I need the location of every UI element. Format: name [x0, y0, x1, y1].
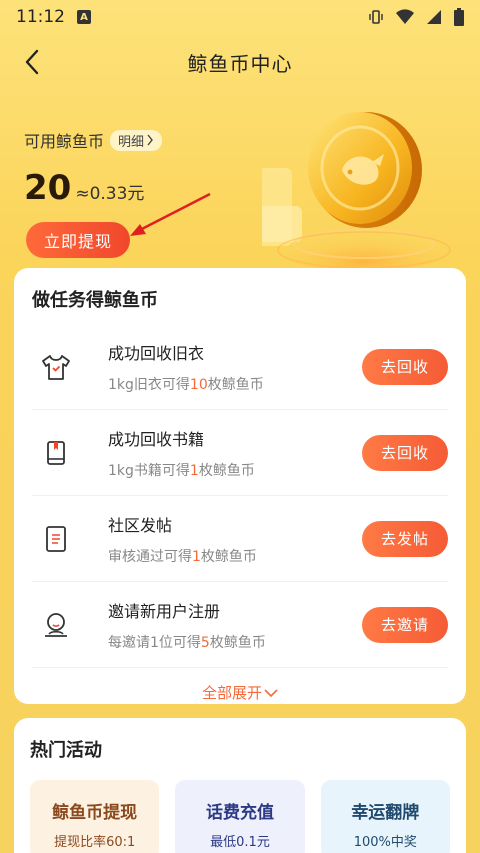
withdraw-button[interactable]: 立即提现 [26, 222, 130, 258]
task-desc: 审核通过可得1枚鲸鱼币 [108, 548, 257, 565]
hot-activities-card: 热门活动 鲸鱼币提现 提现比率60:1 话费充值 最低0.1元 幸运翻牌 100… [14, 718, 466, 853]
hot-activities-grid: 鲸鱼币提现 提现比率60:1 话费充值 最低0.1元 幸运翻牌 100%中奖 [30, 780, 450, 853]
hot-item-title: 话费充值 [205, 803, 274, 823]
signal-icon [427, 10, 441, 24]
go-post-button[interactable]: 去发帖 [362, 520, 448, 557]
hot-item-sub: 最低0.1元 [210, 835, 270, 850]
task-row-community-post: 社区发帖 审核通过可得1枚鲸鱼币 去发帖 [32, 496, 448, 582]
go-invite-button[interactable]: 去邀请 [362, 606, 448, 643]
battery-icon [454, 8, 464, 26]
status-icons [368, 8, 464, 26]
task-desc: 1kg旧衣可得10枚鲸鱼币 [108, 376, 264, 393]
hot-item-title: 鲸鱼币提现 [52, 803, 138, 823]
task-title: 成功回收书籍 [108, 429, 205, 449]
task-row-invite-user: 邀请新用户注册 每邀请1位可得5枚鲸鱼币 去邀请 [32, 582, 448, 668]
task-row-recycle-books: 成功回收书籍 1kg书籍可得1枚鲸鱼币 去回收 [32, 410, 448, 496]
detail-label: 明细 [118, 134, 145, 150]
expand-label: 全部展开 [201, 684, 262, 702]
task-section-title: 做任务得鲸鱼币 [32, 290, 158, 311]
balance-label-row: 可用鲸鱼币 明细 [24, 128, 163, 152]
task-card: 做任务得鲸鱼币 成功回收旧衣 1kg旧衣可得10枚鲸鱼币 去回收 成功回收书籍 … [14, 268, 466, 704]
shirt-icon [36, 347, 76, 387]
status-bar: 11:12 A [0, 0, 480, 34]
notification-a-icon: A [77, 10, 91, 24]
chevron-left-icon [25, 49, 39, 75]
document-icon [36, 519, 76, 559]
hot-item-withdraw[interactable]: 鲸鱼币提现 提现比率60:1 [30, 780, 160, 853]
task-row-recycle-clothes: 成功回收旧衣 1kg旧衣可得10枚鲸鱼币 去回收 [32, 324, 448, 410]
go-recycle-clothes-button[interactable]: 去回收 [362, 348, 448, 385]
page-title: 鲸鱼币中心 [187, 51, 293, 76]
chevron-right-icon [147, 134, 153, 146]
chevron-down-icon [264, 688, 278, 697]
hot-item-sub: 100%中奖 [353, 835, 417, 850]
balance-amount: 20 [24, 168, 72, 208]
hot-item-title: 幸运翻牌 [351, 803, 420, 823]
coin-illustration [262, 112, 456, 272]
hot-section-title: 热门活动 [30, 740, 102, 761]
back-button[interactable] [14, 44, 50, 80]
task-desc: 每邀请1位可得5枚鲸鱼币 [108, 634, 266, 651]
hot-item-sub: 提现比率60:1 [54, 835, 136, 850]
go-recycle-books-button[interactable]: 去回收 [362, 434, 448, 471]
user-avatar-icon [36, 605, 76, 645]
balance-label: 可用鲸鱼币 [24, 132, 105, 151]
task-title: 社区发帖 [108, 515, 173, 535]
vibrate-icon [369, 10, 383, 24]
detail-link[interactable]: 明细 [110, 129, 163, 151]
task-desc: 1kg书籍可得1枚鲸鱼币 [108, 462, 255, 479]
hot-item-lucky-flip[interactable]: 幸运翻牌 100%中奖 [320, 780, 450, 853]
task-title: 成功回收旧衣 [108, 343, 205, 363]
nav-bar: 鲸鱼币中心 [0, 34, 480, 90]
task-list: 成功回收旧衣 1kg旧衣可得10枚鲸鱼币 去回收 成功回收书籍 1kg书籍可得1… [32, 324, 448, 668]
book-icon [36, 433, 76, 473]
hot-item-phone-recharge[interactable]: 话费充值 最低0.1元 [175, 780, 305, 853]
expand-all-button[interactable]: 全部展开 [32, 682, 448, 703]
wifi-icon [396, 9, 414, 24]
pointer-arrow-icon [130, 192, 211, 236]
status-time: 11:12 [16, 7, 65, 27]
task-title: 邀请新用户注册 [108, 601, 221, 621]
